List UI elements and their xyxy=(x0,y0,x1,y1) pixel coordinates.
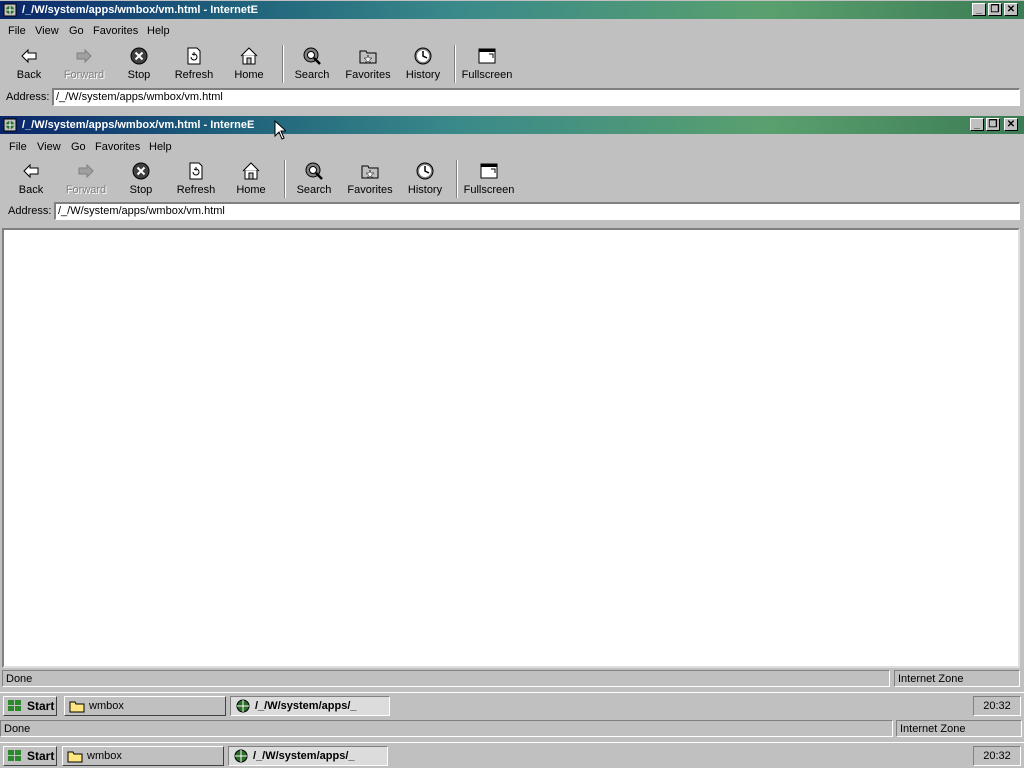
windows-logo-icon xyxy=(8,750,21,761)
taskbar-outer: Start wmbox /_/W/system/apps/_ 20:32 xyxy=(0,742,1024,768)
toolbar: Back Forward Stop Refresh Home Search Fa… xyxy=(0,158,1024,202)
folder-icon xyxy=(69,701,85,713)
fullscreen-icon xyxy=(478,48,496,64)
start-button[interactable]: Start xyxy=(3,746,57,766)
tray-clock: 20:32 xyxy=(973,746,1021,766)
stop-button[interactable]: Stop xyxy=(118,43,160,85)
menu-bar: File View Go Favorites Help xyxy=(0,138,1024,158)
taskbar-item-browser[interactable]: /_/W/system/apps/_ xyxy=(228,746,388,766)
window-title: /_/W/system/apps/wmbox/vm.html - Interne… xyxy=(22,4,258,16)
status-bar-outer: Done Internet Zone xyxy=(0,719,1024,739)
menu-file[interactable]: File xyxy=(8,25,26,37)
menu-favorites[interactable]: Favorites xyxy=(95,141,140,153)
menu-help[interactable]: Help xyxy=(149,141,172,153)
forward-arrow-icon xyxy=(76,48,92,64)
forward-button[interactable]: Forward xyxy=(62,158,110,200)
search-button[interactable]: Search xyxy=(292,158,336,200)
back-arrow-icon xyxy=(21,48,37,64)
restore-button[interactable]: ❐ xyxy=(988,3,1002,16)
title-bar[interactable]: /_/W/system/apps/wmbox/vm.html - Interne… xyxy=(0,1,1024,19)
browser-window-outer: /_/W/system/apps/wmbox/vm.html - Interne… xyxy=(0,0,1024,112)
forward-arrow-icon xyxy=(78,163,94,179)
page-content-area[interactable] xyxy=(2,228,1020,668)
tray-clock: 20:32 xyxy=(973,696,1021,716)
status-text: Done xyxy=(2,670,890,687)
favorites-button[interactable]: Favorites xyxy=(342,43,394,85)
taskbar-inner: Start wmbox /_/W/system/apps/_ 20:32 xyxy=(0,692,1024,718)
taskbar-item-wmbox[interactable]: wmbox xyxy=(64,696,226,716)
menu-view[interactable]: View xyxy=(37,141,61,153)
history-button[interactable]: History xyxy=(402,43,444,85)
favorites-folder-icon xyxy=(361,165,379,179)
restore-button[interactable]: ❐ xyxy=(986,118,1000,131)
forward-button[interactable]: Forward xyxy=(60,43,108,85)
address-bar: Address: /_/W/system/apps/wmbox/vm.html xyxy=(0,87,1024,109)
browser-app-icon xyxy=(236,699,250,713)
minimize-button[interactable]: _ xyxy=(970,118,984,131)
fullscreen-button[interactable]: Fullscreen xyxy=(462,158,516,200)
back-arrow-icon xyxy=(23,163,39,179)
refresh-icon xyxy=(189,162,203,180)
fullscreen-button[interactable]: Fullscreen xyxy=(460,43,514,85)
refresh-icon xyxy=(187,47,201,65)
menu-bar: File View Go Favorites Help xyxy=(0,22,1024,42)
toolbar-separator xyxy=(454,45,456,83)
stop-icon xyxy=(130,47,148,65)
history-clock-icon xyxy=(414,47,432,65)
toolbar: Back Forward Stop Refresh Home Search Fa… xyxy=(0,43,1024,87)
back-button[interactable]: Back xyxy=(10,158,52,200)
close-button[interactable]: ✕ xyxy=(1004,118,1018,131)
home-icon xyxy=(242,162,260,180)
back-button[interactable]: Back xyxy=(8,43,50,85)
browser-app-icon xyxy=(3,3,17,17)
minimize-button[interactable]: _ xyxy=(972,3,986,16)
refresh-button[interactable]: Refresh xyxy=(172,158,220,200)
menu-go[interactable]: Go xyxy=(69,25,84,37)
fullscreen-icon xyxy=(480,163,498,179)
address-label: Address: xyxy=(8,205,52,217)
browser-app-icon xyxy=(234,749,248,763)
menu-go[interactable]: Go xyxy=(71,141,86,153)
browser-window-inner: /_/W/system/apps/wmbox/vm.html - Interne… xyxy=(0,112,1024,692)
home-button[interactable]: Home xyxy=(230,158,272,200)
menu-help[interactable]: Help xyxy=(147,25,170,37)
start-button[interactable]: Start xyxy=(3,696,57,716)
status-bar: Done Internet Zone xyxy=(0,669,1024,689)
home-icon xyxy=(240,47,258,65)
search-button[interactable]: Search xyxy=(290,43,334,85)
menu-favorites[interactable]: Favorites xyxy=(93,25,138,37)
toolbar-separator xyxy=(284,160,286,198)
toolbar-separator xyxy=(282,45,284,83)
home-button[interactable]: Home xyxy=(228,43,270,85)
status-zone: Internet Zone xyxy=(896,720,1022,737)
folder-icon xyxy=(67,751,83,763)
menu-file[interactable]: File xyxy=(9,141,27,153)
favorites-button[interactable]: Favorites xyxy=(344,158,396,200)
search-globe-icon xyxy=(305,162,323,180)
toolbar-separator xyxy=(456,160,458,198)
mouse-cursor-icon xyxy=(274,120,286,140)
status-text: Done xyxy=(0,720,893,737)
address-input[interactable]: /_/W/system/apps/wmbox/vm.html xyxy=(54,202,1020,220)
favorites-folder-icon xyxy=(359,50,377,64)
close-button[interactable]: ✕ xyxy=(1004,3,1018,16)
taskbar-item-wmbox[interactable]: wmbox xyxy=(62,746,224,766)
taskbar-item-browser[interactable]: /_/W/system/apps/_ xyxy=(230,696,390,716)
search-globe-icon xyxy=(303,47,321,65)
window-title: /_/W/system/apps/wmbox/vm.html - Interne… xyxy=(22,119,255,131)
windows-logo-icon xyxy=(8,700,21,711)
browser-app-icon xyxy=(3,118,17,132)
status-zone: Internet Zone xyxy=(894,670,1020,687)
history-button[interactable]: History xyxy=(404,158,446,200)
stop-icon xyxy=(132,162,150,180)
title-bar[interactable]: /_/W/system/apps/wmbox/vm.html - Interne… xyxy=(0,116,1024,134)
address-input[interactable]: /_/W/system/apps/wmbox/vm.html xyxy=(52,88,1020,106)
menu-view[interactable]: View xyxy=(35,25,59,37)
address-label: Address: xyxy=(6,91,50,103)
address-bar: Address: /_/W/system/apps/wmbox/vm.html xyxy=(0,201,1024,223)
history-clock-icon xyxy=(416,162,434,180)
refresh-button[interactable]: Refresh xyxy=(170,43,218,85)
stop-button[interactable]: Stop xyxy=(120,158,162,200)
